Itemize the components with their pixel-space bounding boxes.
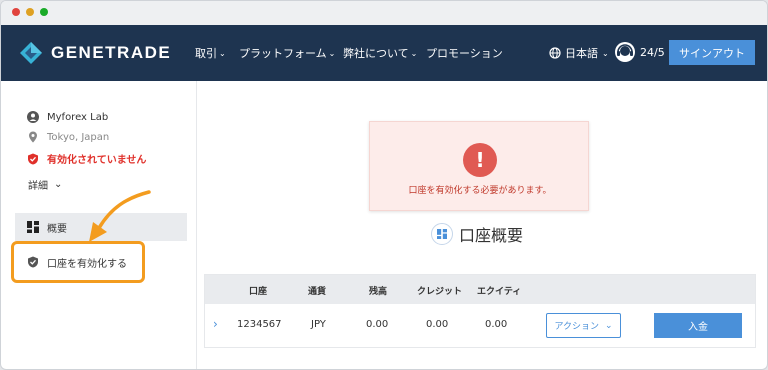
cell-credit: 0.00 xyxy=(426,319,449,330)
column-header-account: 口座 xyxy=(249,287,268,297)
nav-item-label: 取引 xyxy=(195,47,217,60)
browser-window: GENETRADE 取引 ⌄ プラットフォーム ⌄ 弊社について ⌄ プロモーション … xyxy=(0,0,768,370)
dashboard-icon xyxy=(27,221,39,233)
sidebar-item-activate-account[interactable]: 口座を有効化する xyxy=(11,241,145,283)
close-window-button[interactable] xyxy=(12,8,20,16)
sidebar-item-label: 概要 xyxy=(47,223,67,235)
logo-text: GENETRADE xyxy=(51,43,172,62)
location-text: Tokyo, Japan xyxy=(47,131,110,143)
nav-item-label: プラットフォーム xyxy=(239,47,327,60)
maximize-window-button[interactable] xyxy=(40,8,48,16)
location-row: Tokyo, Japan xyxy=(27,131,109,143)
alert-message: 口座を有効化する必要があります。 xyxy=(408,186,552,196)
title-bar xyxy=(1,1,767,25)
minimize-window-button[interactable] xyxy=(26,8,34,16)
action-dropdown[interactable]: アクション ⌄ xyxy=(546,313,621,338)
support-hours[interactable]: 24/5 xyxy=(614,41,665,63)
deposit-button[interactable]: 入金 xyxy=(654,313,742,338)
page-title-text: 口座概要 xyxy=(459,226,524,245)
column-header-currency: 通貨 xyxy=(308,287,327,297)
column-header-equity: エクイティ xyxy=(477,287,522,297)
nav-item-platform[interactable]: プラットフォーム ⌄ xyxy=(239,45,335,61)
chevron-down-icon: ⌄ xyxy=(602,48,609,58)
signout-button[interactable]: サインアウト xyxy=(669,40,755,65)
headset-support-icon xyxy=(615,42,635,62)
account-table: 口座 通貨 残高 クレジット エクイティ › 1234567 JPY 0.00 … xyxy=(204,274,756,348)
table-row: › 1234567 JPY 0.00 0.00 0.00 アクション ⌄ 入金 xyxy=(205,304,755,348)
activation-alert: ! 口座を有効化する必要があります。 xyxy=(369,121,589,211)
shield-alert-icon xyxy=(28,153,38,164)
detail-label: 詳細 xyxy=(28,181,48,192)
language-label: 日本語 xyxy=(565,47,598,60)
page-title: 口座概要 xyxy=(431,222,523,246)
user-icon xyxy=(27,111,39,123)
nav-item-about[interactable]: 弊社について ⌄ xyxy=(343,45,417,61)
expand-chevron-icon[interactable]: › xyxy=(213,317,218,331)
genetrade-logo-icon xyxy=(20,42,42,64)
chevron-down-icon: ⌄ xyxy=(219,48,226,58)
chevron-down-icon: ⌄ xyxy=(410,48,418,58)
support-hours-label: 24/5 xyxy=(640,45,665,59)
cell-account: 1234567 xyxy=(237,319,282,330)
column-header-balance: 残高 xyxy=(369,287,388,297)
nav-item-label: プロモーション xyxy=(426,47,503,60)
logo[interactable]: GENETRADE xyxy=(19,41,171,65)
table-header: 口座 通貨 残高 クレジット エクイティ xyxy=(205,275,755,304)
detail-toggle[interactable]: 詳細 ⌄ xyxy=(28,177,62,192)
action-label: アクション xyxy=(554,322,599,332)
alert-exclamation-icon: ! xyxy=(463,143,497,177)
chevron-down-icon: ⌄ xyxy=(328,48,336,58)
status-text: 有効化されていません xyxy=(47,155,147,166)
main-content: ! 口座を有効化する必要があります。 口座概要 口座 通貨 残高 クレジット エ… xyxy=(197,81,767,369)
cell-currency: JPY xyxy=(311,319,326,330)
nav-item-trading[interactable]: 取引 ⌄ xyxy=(195,45,226,61)
cell-balance: 0.00 xyxy=(366,319,389,330)
column-header-credit: クレジット xyxy=(417,287,463,297)
user-name-row: Myforex Lab xyxy=(27,111,108,123)
sidebar-item-label: 口座を有効化する xyxy=(47,258,127,270)
shield-check-icon xyxy=(28,256,38,268)
status-row: 有効化されていません xyxy=(27,151,146,166)
language-selector[interactable]: 日本語 ⌄ xyxy=(549,45,609,61)
dashboard-icon xyxy=(431,223,453,245)
user-name: Myforex Lab xyxy=(47,111,109,123)
globe-icon xyxy=(549,47,561,59)
cell-equity: 0.00 xyxy=(485,319,508,330)
top-navbar: GENETRADE 取引 ⌄ プラットフォーム ⌄ 弊社について ⌄ プロモーション … xyxy=(1,25,767,81)
sidebar: Myforex Lab Tokyo, Japan 有効化されていません 詳細 ⌄ xyxy=(1,81,197,369)
location-pin-icon xyxy=(29,131,37,143)
nav-item-label: 弊社について xyxy=(343,47,409,60)
nav-item-promotion[interactable]: プロモーション xyxy=(426,45,503,61)
chevron-down-icon: ⌄ xyxy=(54,179,63,190)
chevron-down-icon: ⌄ xyxy=(605,320,613,331)
